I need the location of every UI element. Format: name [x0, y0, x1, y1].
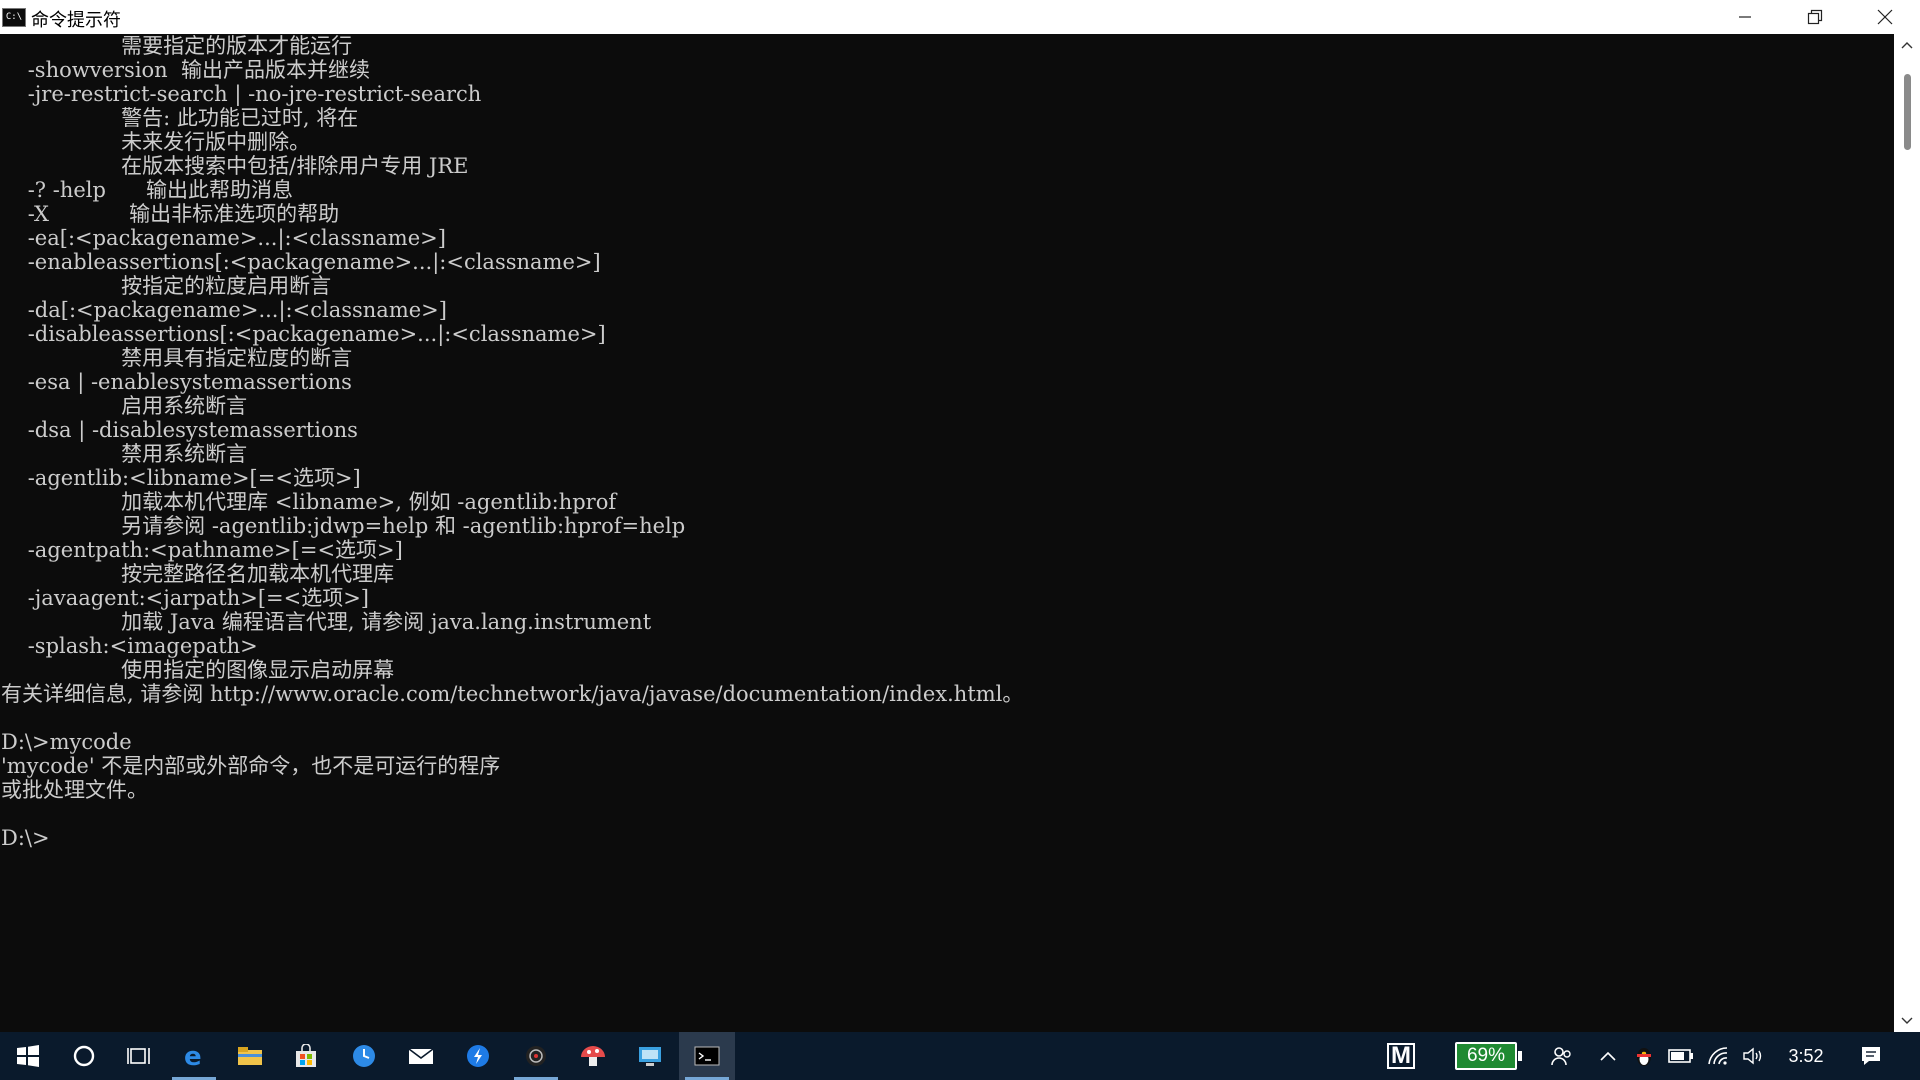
console-line: -enableassertions[:<packagename>...|:<cl… [1, 250, 601, 274]
console-output[interactable]: 需要指定的版本才能运行 -showversion 输出产品版本并继续 -jre-… [0, 34, 1894, 1032]
console-line: -javaagent:<jarpath>[=<选项>] [1, 586, 370, 610]
remote-desktop-icon [639, 1047, 661, 1066]
minimize-button[interactable] [1710, 0, 1780, 34]
console-line: 禁用系统断言 [1, 442, 248, 466]
edge-browser-icon: e [184, 1043, 202, 1069]
minimize-icon [1739, 16, 1751, 18]
battery-percent-text: 69% [1466, 1045, 1506, 1066]
wifi-icon [1708, 1047, 1728, 1065]
clock-button[interactable]: 3:52 [1776, 1032, 1836, 1080]
battery-button[interactable] [1666, 1032, 1696, 1080]
console-line: 加载本机代理库 <libname>, 例如 -agentlib:hprof [1, 490, 617, 514]
action-center-button[interactable] [1856, 1032, 1886, 1080]
tray-penguin-app[interactable] [1632, 1032, 1656, 1080]
people-button[interactable] [1548, 1032, 1576, 1080]
console-line: 禁用具有指定粒度的断言 [1, 346, 353, 370]
console-line: 另请参阅 -agentlib:jdwp=help 和 -agentlib:hpr… [1, 514, 686, 538]
scroll-down-button[interactable] [1894, 1010, 1920, 1032]
vertical-scrollbar[interactable] [1894, 34, 1920, 1032]
svg-text:e: e [184, 1043, 202, 1069]
console-line: -X 输出非标准选项的帮助 [1, 202, 340, 226]
cortana-search-icon [73, 1045, 95, 1067]
taskbar-app-cmd[interactable] [679, 1032, 735, 1080]
penguin-app-icon [1637, 1048, 1651, 1066]
console-line: 启用系统断言 [1, 394, 248, 418]
console-line: 'mycode' 不是内部或外部命令，也不是可运行的程序 [1, 754, 501, 778]
taskbar-app-mushroom[interactable] [565, 1032, 621, 1080]
console-line: -showversion 输出产品版本并继续 [1, 58, 371, 82]
console-line: -agentpath:<pathname>[=<选项>] [1, 538, 403, 562]
taskbar-app-edge[interactable]: e [166, 1032, 222, 1080]
window-title: 命令提示符 [31, 10, 121, 30]
start-button[interactable] [0, 1032, 56, 1080]
taskbar-app-dark[interactable] [508, 1032, 564, 1080]
volume-icon [1743, 1047, 1762, 1065]
blue-app-icon [467, 1045, 489, 1067]
console-line: -dsa | -disablesystemassertions [1, 418, 358, 442]
restore-button[interactable] [1780, 0, 1850, 34]
console-line: 在版本搜索中包括/排除用户专用 JRE [1, 154, 469, 178]
taskbar: e M 69% 3:52 [0, 1032, 1920, 1080]
console-line: 或批处理文件。 [1, 778, 148, 802]
console-line: 使用指定的图像显示启动屏幕 [1, 658, 395, 682]
mail-icon [408, 1048, 434, 1064]
restore-icon [1807, 9, 1823, 25]
console-line: 按指定的粒度启用断言 [1, 274, 332, 298]
clock-app-icon [353, 1045, 375, 1067]
task-view-icon [127, 1048, 150, 1064]
console-line: 未来发行版中删除。 [1, 130, 311, 154]
battery-percent-indicator[interactable]: 69% [1455, 1042, 1522, 1070]
console-line: D:\>mycode [1, 730, 132, 754]
console-text: 需要指定的版本才能运行 -showversion 输出产品版本并继续 -jre-… [1, 34, 1023, 850]
taskbar-app-remote[interactable] [622, 1032, 678, 1080]
volume-button[interactable] [1738, 1032, 1768, 1080]
console-line: 警告: 此功能已过时, 将在 [1, 106, 359, 130]
taskbar-app-blue[interactable] [450, 1032, 506, 1080]
taskbar-app-store[interactable] [278, 1032, 334, 1080]
store-icon [296, 1044, 316, 1067]
console-line: 加载 Java 编程语言代理, 请参阅 java.lang.instrument [1, 610, 652, 634]
console-line: -ea[:<packagename>...|:<classname>] [1, 226, 446, 250]
console-line: 按完整路径名加载本机代理库 [1, 562, 395, 586]
task-view-button[interactable] [112, 1032, 168, 1080]
console-line: -? -help 输出此帮助消息 [1, 178, 293, 202]
console-line: 需要指定的版本才能运行 [1, 34, 353, 58]
scroll-down-arrow-icon [1901, 1017, 1913, 1024]
console-line: -esa | -enablesystemassertions [1, 370, 352, 394]
file-explorer-icon [238, 1047, 262, 1065]
dark-app-icon [526, 1046, 546, 1066]
m-app-label: M [1387, 1043, 1415, 1069]
clock-time: 3:52 [1788, 1045, 1824, 1066]
title-bar: C:\ 命令提示符 [0, 0, 1920, 34]
chevron-up-icon [1600, 1051, 1616, 1061]
show-hidden-icons-button[interactable] [1596, 1032, 1620, 1080]
cmd-app-icon: C:\ [2, 8, 26, 27]
action-center-icon [1862, 1047, 1880, 1065]
windows-start-icon [17, 1045, 39, 1067]
mushroom-app-icon [581, 1046, 605, 1066]
scroll-up-arrow-icon [1901, 42, 1913, 49]
console-line: -disableassertions[:<packagename>...|:<c… [1, 322, 606, 346]
console-line: -splash:<imagepath> [1, 634, 258, 658]
console-line: -jre-restrict-search | -no-jre-restrict-… [1, 82, 482, 106]
console-line: D:\> [1, 826, 50, 850]
cortana-button[interactable] [56, 1032, 112, 1080]
console-line: 有关详细信息, 请参阅 http://www.oracle.com/techne… [1, 682, 1024, 706]
scroll-thumb[interactable] [1904, 74, 1911, 150]
tray-m-button[interactable]: M [1386, 1032, 1416, 1080]
close-button[interactable] [1850, 0, 1920, 34]
command-prompt-icon [694, 1046, 720, 1066]
taskbar-app-mail[interactable] [393, 1032, 449, 1080]
close-icon [1877, 9, 1893, 25]
console-line: -da[:<packagename>...|:<classname>] [1, 298, 447, 322]
wifi-button[interactable] [1704, 1032, 1734, 1080]
taskbar-app-explorer[interactable] [222, 1032, 278, 1080]
console-line: -agentlib:<libname>[=<选项>] [1, 466, 361, 490]
battery-icon [1668, 1049, 1693, 1063]
scroll-up-button[interactable] [1894, 34, 1920, 56]
taskbar-app-clock[interactable] [336, 1032, 392, 1080]
people-icon [1551, 1047, 1571, 1066]
